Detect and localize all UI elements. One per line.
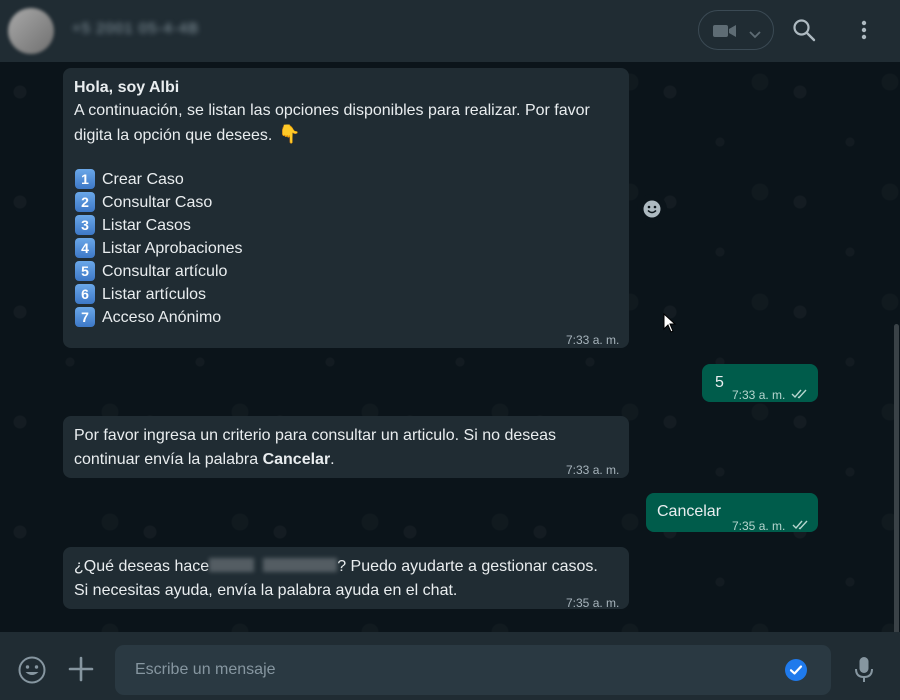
message-text: Si necesitas ayuda, envía la palabra ayu… bbox=[74, 582, 458, 599]
keycap-number-icon: 6 bbox=[75, 284, 95, 304]
chevron-down-icon bbox=[749, 26, 761, 44]
message-time: 7:33 a. m. bbox=[566, 463, 620, 477]
message-greeting: Hola, soy Albi bbox=[74, 79, 180, 96]
message-time: 7:35 a. m. bbox=[732, 519, 786, 533]
double-check-icon bbox=[792, 514, 810, 538]
double-check-icon bbox=[791, 383, 809, 407]
keycap-number-icon: 2 bbox=[75, 192, 95, 212]
video-call-button[interactable] bbox=[698, 10, 774, 50]
incoming-message[interactable]: Por favor ingresa un criterio para consu… bbox=[63, 416, 629, 478]
smiley-icon bbox=[643, 200, 661, 218]
react-emoji-button[interactable] bbox=[637, 194, 667, 224]
menu-option: 7 Acceso Anónimo bbox=[74, 306, 618, 329]
incoming-message-menu[interactable]: Hola, soy Albi A continuación, se listan… bbox=[63, 68, 629, 348]
chat-messages-area[interactable]: Hola, soy Albi A continuación, se listan… bbox=[0, 62, 900, 632]
message-text: Por favor ingresa un criterio para consu… bbox=[74, 427, 557, 444]
keycap-number-icon: 1 bbox=[75, 169, 95, 189]
keycap-number-icon: 7 bbox=[75, 307, 95, 327]
chat-header: +5 2001 05-4-4B bbox=[0, 0, 900, 62]
message-text: ¿Qué deseas hace? Puedo ayudarte a gesti… bbox=[74, 558, 598, 575]
menu-option: 6 Listar artículos bbox=[74, 283, 618, 306]
contact-name[interactable]: +5 2001 05-4-4B bbox=[72, 20, 199, 37]
mouse-cursor-icon bbox=[663, 312, 677, 338]
redacted-name bbox=[209, 558, 338, 572]
message-text: A continuación, se listan las opciones d… bbox=[74, 102, 590, 119]
menu-option: 3 Listar Casos bbox=[74, 214, 618, 237]
menu-option: 4 Listar Aprobaciones bbox=[74, 237, 618, 260]
message-time: 7:33 a. m. bbox=[566, 333, 620, 347]
message-text: Cancelar bbox=[657, 503, 722, 520]
message-time: 7:35 a. m. bbox=[566, 596, 620, 610]
message-text: digita la opción que desees. 👇 bbox=[74, 124, 301, 144]
message-time: 7:33 a. m. bbox=[732, 388, 786, 402]
composer-bar bbox=[0, 632, 900, 700]
more-vert-icon[interactable] bbox=[856, 18, 872, 47]
pointing-down-emoji-icon: 👇 bbox=[278, 124, 301, 144]
video-camera-icon bbox=[713, 24, 737, 43]
message-input[interactable] bbox=[115, 645, 831, 695]
chat-scrollbar[interactable] bbox=[894, 324, 899, 632]
contact-avatar[interactable] bbox=[8, 8, 54, 54]
keycap-number-icon: 3 bbox=[75, 215, 95, 235]
message-text: continuar envía la palabra Cancelar. bbox=[74, 451, 335, 468]
keycap-number-icon: 5 bbox=[75, 261, 95, 281]
microphone-icon[interactable] bbox=[853, 656, 875, 689]
menu-option: 1 Crear Caso bbox=[74, 168, 618, 191]
outgoing-message[interactable]: Cancelar 7:35 a. m. bbox=[646, 493, 818, 533]
outgoing-message[interactable]: 5 7:33 a. m. bbox=[702, 364, 818, 402]
emoji-icon[interactable] bbox=[17, 655, 47, 690]
menu-option: 5 Consultar artículo bbox=[74, 260, 618, 283]
menu-option: 2 Consultar Caso bbox=[74, 191, 618, 214]
message-text: 5 bbox=[715, 374, 724, 391]
incoming-message[interactable]: ¿Qué deseas hace? Puedo ayudarte a gesti… bbox=[63, 547, 629, 610]
attach-plus-icon[interactable] bbox=[68, 656, 94, 687]
search-icon[interactable] bbox=[792, 18, 816, 47]
grammar-check-icon[interactable] bbox=[785, 659, 807, 686]
keycap-number-icon: 4 bbox=[75, 238, 95, 258]
